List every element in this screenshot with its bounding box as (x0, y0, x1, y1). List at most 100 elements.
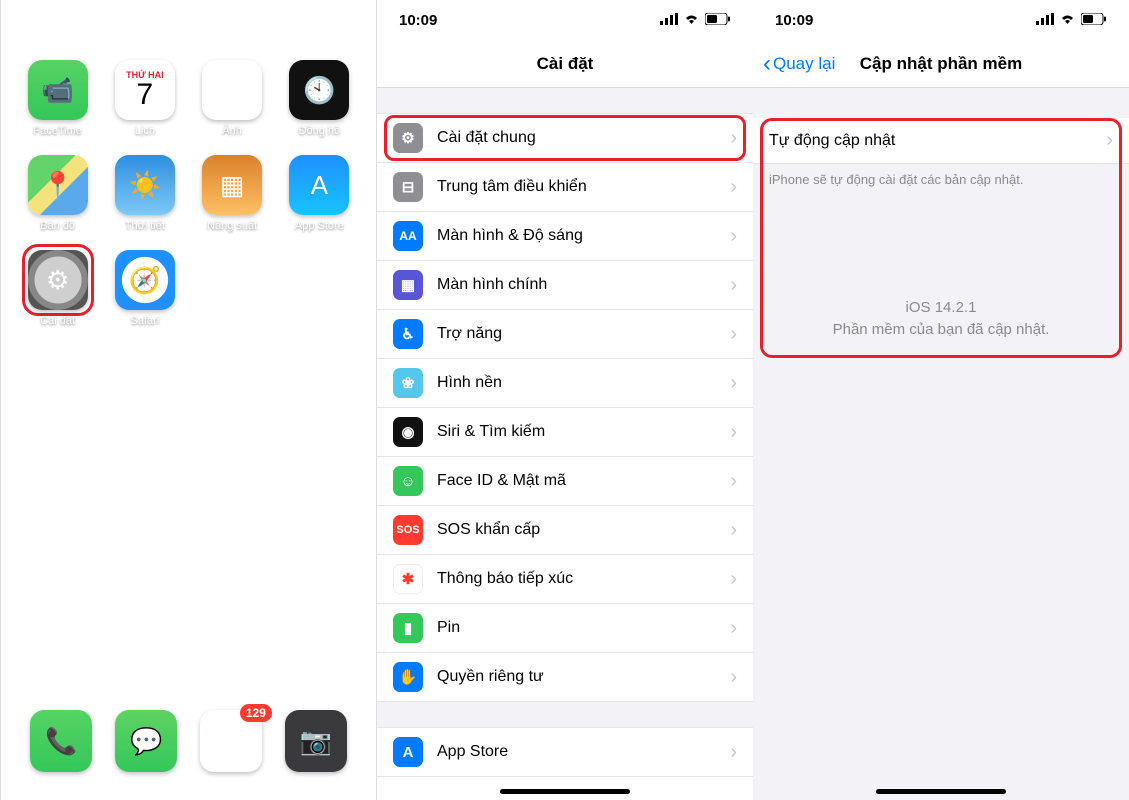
home-indicator[interactable] (876, 789, 1006, 794)
row-label: Thông báo tiếp xúc (437, 570, 573, 588)
battery-icon: ▮ (393, 613, 423, 643)
app-clock[interactable]: 🕙Đồng hồ (281, 60, 357, 137)
chevron-right-icon: › (1106, 129, 1113, 152)
row-control-center[interactable]: ⊟Trung tâm điều khiển› (377, 163, 753, 212)
photos-icon: ✿ (202, 60, 262, 120)
chevron-right-icon: › (730, 372, 737, 395)
wallpaper-icon: ❀ (393, 368, 423, 398)
settings-icon: ⚙︎ (28, 250, 88, 310)
facetime-icon: 📹 (28, 60, 88, 120)
app-app-store[interactable]: AApp Store (281, 155, 357, 232)
app-settings[interactable]: ⚙︎Cài đặt (20, 250, 96, 327)
row-battery[interactable]: ▮Pin› (377, 604, 753, 653)
settings-group-2: AApp Store› (377, 728, 753, 777)
app-maps[interactable]: 📍Bản đồ (20, 155, 96, 232)
weather-icon: ☀️ (115, 155, 175, 215)
home-indicator[interactable] (124, 789, 254, 794)
chevron-left-icon: ‹ (763, 50, 771, 78)
update-message: Phần mềm của bạn đã cập nhật. (769, 319, 1113, 341)
page-dots[interactable] (1, 607, 376, 614)
chevron-right-icon: › (730, 666, 737, 689)
nav-title: Cập nhật phần mềm (860, 54, 1022, 74)
settings-group-1: ⚙︎Cài đặt chung›⊟Trung tâm điều khiển›AA… (377, 114, 753, 702)
cellular-icon (660, 12, 678, 29)
home-indicator[interactable] (500, 789, 630, 794)
update-body: Tự động cập nhật › iPhone sẽ tự động cài… (753, 88, 1129, 800)
chevron-right-icon: › (730, 127, 737, 150)
ios-version: iOS 14.2.1 (769, 297, 1113, 319)
app-photos[interactable]: ✿ Ảnh (194, 60, 270, 137)
chevron-right-icon: › (730, 421, 737, 444)
row-label: Quyền riêng tư (437, 668, 544, 686)
general-icon: ⚙︎ (393, 123, 423, 153)
back-button[interactable]: ‹ Quay lại (763, 50, 835, 78)
app-safari[interactable]: 🧭 Safari (107, 250, 183, 327)
app-label: Lịch (135, 125, 155, 137)
status-icons (283, 12, 354, 29)
row-label: Màn hình & Độ sáng (437, 227, 583, 245)
dock-phone[interactable]: 📞 (30, 710, 92, 772)
row-accessibility[interactable]: ♿︎Trợ năng› (377, 310, 753, 359)
dock-camera[interactable]: 📷 (285, 710, 347, 772)
app-label: Ảnh (222, 125, 242, 137)
row-wallpaper[interactable]: ❀Hình nền› (377, 359, 753, 408)
row-label: Cài đặt chung (437, 129, 536, 147)
safari-icon: 🧭 (115, 250, 175, 310)
dock: 📞 💬 ▦129 📷 (11, 696, 366, 786)
group-separator (377, 88, 753, 114)
battery-icon (328, 12, 354, 29)
row-label: Face ID & Mật mã (437, 472, 566, 490)
chevron-right-icon: › (730, 176, 737, 199)
auto-update-note: iPhone sẽ tự động cài đặt các bản cập nh… (753, 164, 1129, 187)
row-label: App Store (437, 743, 508, 761)
status-bar: 10:09 (1, 0, 376, 40)
app-label: Năng suất (207, 220, 257, 232)
phone-home-screen: 10:09 📹 FaceTime THỨ HAI7Lịch ✿ Ảnh 🕙Đồng hồ 📍… (0, 0, 376, 800)
app-store-icon: A (289, 155, 349, 215)
productivity-icon: ▦ (202, 155, 262, 215)
row-faceid[interactable]: ☺︎Face ID & Mật mã› (377, 457, 753, 506)
row-privacy[interactable]: ✋ Quyền riêng tư › (377, 653, 753, 702)
dock-folder[interactable]: ▦129 (200, 710, 262, 772)
phone-settings: 10:09 Cài đặt ⚙︎Cài đặt chung›⊟Trung tâm… (376, 0, 753, 800)
app-facetime[interactable]: 📹 FaceTime (20, 60, 96, 137)
row-label: Trợ năng (437, 325, 502, 343)
wifi-icon (306, 12, 323, 29)
wifi-icon (1059, 12, 1076, 29)
cellular-icon (1036, 12, 1054, 29)
row-siri[interactable]: ◉Siri & Tìm kiếm› (377, 408, 753, 457)
badge: 129 (240, 704, 272, 722)
row-exposure[interactable]: ✱Thông báo tiếp xúc› (377, 555, 753, 604)
chevron-right-icon: › (730, 225, 737, 248)
privacy-icon: ✋ (393, 662, 423, 692)
app-label: FaceTime (33, 125, 82, 137)
row-sos[interactable]: SOSSOS khẩn cấp› (377, 506, 753, 555)
nav-bar: Cài đặt (377, 40, 753, 88)
row-label: Pin (437, 619, 460, 637)
display-icon: AA (393, 221, 423, 251)
chevron-right-icon: › (730, 470, 737, 493)
row-home-screen[interactable]: ▦Màn hình chính› (377, 261, 753, 310)
row-display[interactable]: AA Màn hình & Độ sáng › (377, 212, 753, 261)
app-productivity[interactable]: ▦ Năng suất (194, 155, 270, 232)
row-general[interactable]: ⚙︎ Cài đặt chung › (377, 114, 753, 163)
chevron-right-icon: › (730, 274, 737, 297)
auto-update-row[interactable]: Tự động cập nhật › (753, 118, 1129, 164)
app-label: Thời tiết (125, 220, 165, 232)
app-weather[interactable]: ☀️ Thời tiết (107, 155, 183, 232)
row-label: Siri & Tìm kiếm (437, 423, 545, 441)
row-store[interactable]: AApp Store› (377, 728, 753, 777)
app-calendar[interactable]: THỨ HAI7Lịch (107, 60, 183, 137)
battery-icon (1081, 12, 1107, 29)
row-label: Màn hình chính (437, 276, 547, 294)
accessibility-icon: ♿︎ (393, 319, 423, 349)
app-label: Đồng hồ (299, 125, 341, 137)
nav-title: Cài đặt (537, 54, 594, 74)
dock-messages[interactable]: 💬 (115, 710, 177, 772)
status-icons (1036, 12, 1107, 29)
auto-update-label: Tự động cập nhật (769, 132, 895, 150)
group-separator (377, 702, 753, 728)
app-label: Safari (131, 315, 160, 327)
app-label: Bản đồ (40, 220, 75, 232)
auto-update-group: Tự động cập nhật › (753, 118, 1129, 164)
